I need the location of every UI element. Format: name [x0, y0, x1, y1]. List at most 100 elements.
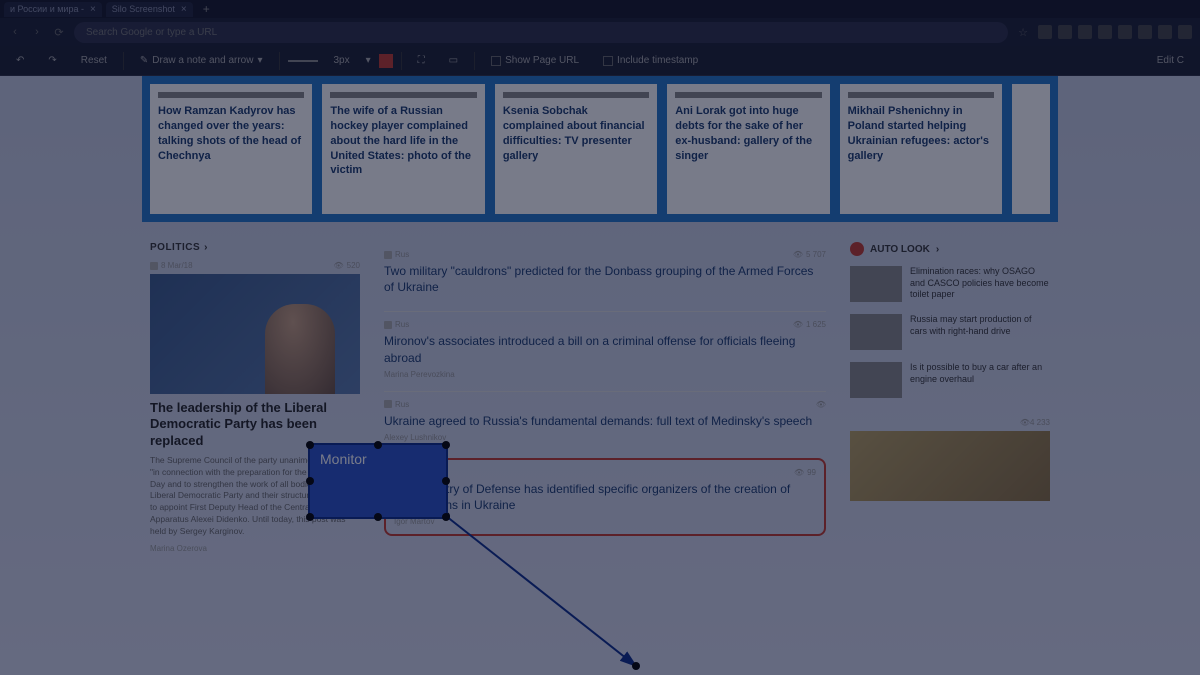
autolook-icon: [850, 242, 864, 256]
featured-title: Mikhail Pshenichny in Poland started hel…: [848, 104, 994, 163]
tool-icon[interactable]: ▭: [441, 52, 466, 69]
section-label-politics[interactable]: POLITICS: [150, 242, 360, 253]
lead-title[interactable]: The leadership of the Liberal Democratic…: [150, 400, 360, 449]
featured-row: How Ramzan Kadyrov has changed over the …: [142, 76, 1058, 222]
tool-icon[interactable]: ⛶: [410, 52, 433, 69]
sidebar-item[interactable]: Is it possible to buy a car after an eng…: [850, 362, 1050, 398]
eye-icon: 👁: [794, 468, 804, 477]
address-bar: ‹ › ⟳ ☆: [0, 18, 1200, 46]
browser-tab-1[interactable]: и России и мира - ×: [4, 2, 102, 17]
extension-icon[interactable]: [1178, 25, 1192, 39]
article-title: The Ministry of Defense has identified s…: [394, 481, 816, 513]
annotation-box[interactable]: Monitor: [308, 443, 448, 519]
byline: Marina Perevozkina: [384, 370, 826, 379]
reset-button[interactable]: Reset: [73, 52, 115, 69]
featured-card[interactable]: How Ramzan Kadyrov has changed over the …: [150, 84, 312, 214]
close-icon[interactable]: ×: [90, 4, 96, 15]
include-timestamp-checkbox[interactable]: Include timestamp: [595, 52, 706, 69]
extension-icon[interactable]: [1138, 25, 1152, 39]
article-item[interactable]: Rus 👁1 625 Mironov's associates introduc…: [384, 311, 826, 390]
back-icon[interactable]: ‹: [8, 25, 22, 39]
thumbnail: [330, 92, 476, 98]
article-item-highlighted[interactable]: Rus 👁99 The Ministry of Defense has iden…: [384, 458, 826, 536]
extension-icon[interactable]: [1078, 25, 1092, 39]
thumbnail: [675, 92, 821, 98]
forward-icon[interactable]: ›: [30, 25, 44, 39]
eye-icon: 👁: [333, 261, 343, 270]
show-url-checkbox[interactable]: Show Page URL: [483, 52, 587, 69]
featured-title: Ani Lorak got into huge debts for the sa…: [675, 104, 821, 163]
stroke-preview: [288, 60, 318, 62]
resize-handle[interactable]: [374, 441, 382, 449]
politics-list-column: Rus 👁5 707 Two military "cauldrons" pred…: [384, 242, 826, 553]
browser-tab-2[interactable]: Silo Screenshot ×: [106, 2, 193, 17]
stroke-width[interactable]: 3px: [326, 52, 358, 69]
lead-image[interactable]: [150, 274, 360, 394]
sidebar-item-text: Is it possible to buy a car after an eng…: [910, 362, 1050, 398]
sidebar-image[interactable]: [850, 431, 1050, 501]
featured-card[interactable]: Ani Lorak got into huge debts for the sa…: [667, 84, 829, 214]
byline: Marina Ozerova: [150, 544, 360, 553]
featured-card[interactable]: The wife of a Russian hockey player comp…: [322, 84, 484, 214]
article-item[interactable]: Rus 👁 Ukraine agreed to Russia's fundame…: [384, 391, 826, 454]
comment-icon: [150, 262, 158, 270]
eye-icon: 👁: [793, 250, 803, 259]
undo-button[interactable]: ↶: [8, 52, 32, 69]
resize-handle[interactable]: [306, 441, 314, 449]
annotation-text: Monitor: [320, 451, 367, 467]
eye-icon: 👁: [793, 320, 803, 329]
extension-icon[interactable]: [1058, 25, 1072, 39]
resize-handle[interactable]: [374, 513, 382, 521]
sidebar-item[interactable]: Russia may start production of cars with…: [850, 314, 1050, 350]
redo-button[interactable]: ↷: [40, 52, 64, 69]
new-tab-button[interactable]: +: [197, 2, 216, 16]
featured-card[interactable]: Mikhail Pshenichny in Poland started hel…: [840, 84, 1002, 214]
thumbnail: [503, 92, 649, 98]
extension-icon[interactable]: [1038, 25, 1052, 39]
extension-icon[interactable]: [1098, 25, 1112, 39]
tab-title: Silo Screenshot: [112, 4, 175, 14]
byline: Alexey Lushnikov: [384, 433, 826, 442]
extension-icon[interactable]: [1158, 25, 1172, 39]
sidebar: AUTO LOOK › Elimination races: why OSAGO…: [850, 242, 1050, 553]
eye-icon: 👁: [816, 400, 826, 409]
chevron-down-icon: ▾: [366, 55, 371, 66]
star-icon[interactable]: ☆: [1016, 25, 1030, 39]
close-icon[interactable]: ×: [181, 4, 187, 15]
edit-button[interactable]: Edit C: [1149, 52, 1192, 69]
category-icon: [384, 400, 392, 408]
resize-handle[interactable]: [442, 441, 450, 449]
thumbnail: [158, 92, 304, 98]
extension-icon[interactable]: [1118, 25, 1132, 39]
featured-title: How Ramzan Kadyrov has changed over the …: [158, 104, 304, 163]
url-input[interactable]: [74, 22, 1008, 43]
article-title: Ukraine agreed to Russia's fundamental d…: [384, 413, 826, 429]
sidebar-item-text: Elimination races: why OSAGO and CASCO p…: [910, 266, 1050, 302]
page-content: How Ramzan Kadyrov has changed over the …: [0, 76, 1200, 675]
thumbnail: [848, 92, 994, 98]
resize-handle[interactable]: [306, 513, 314, 521]
featured-card[interactable]: Ksenia Sobchak complained about financia…: [495, 84, 657, 214]
article-item[interactable]: Rus 👁5 707 Two military "cauldrons" pred…: [384, 242, 826, 311]
color-swatch[interactable]: [379, 54, 393, 68]
pen-icon: ✎: [140, 55, 148, 66]
article-title: Two military "cauldrons" predicted for t…: [384, 263, 826, 295]
chevron-right-icon: ›: [936, 244, 939, 255]
thumbnail: [850, 362, 902, 398]
tab-title: и России и мира -: [10, 4, 84, 14]
browser-tab-strip: и России и мира - × Silo Screenshot × +: [0, 0, 1200, 18]
article-views: 👁520: [333, 261, 360, 270]
sidebar-section-label[interactable]: AUTO LOOK ›: [850, 242, 1050, 256]
resize-handle[interactable]: [442, 513, 450, 521]
featured-title: Ksenia Sobchak complained about financia…: [503, 104, 649, 163]
resize-handle[interactable]: [442, 477, 450, 485]
draw-tool-button[interactable]: ✎ Draw a note and arrow ▾: [132, 52, 271, 69]
sidebar-item[interactable]: Elimination races: why OSAGO and CASCO p…: [850, 266, 1050, 302]
thumbnail: [850, 314, 902, 350]
featured-card-partial[interactable]: [1012, 84, 1050, 214]
chevron-down-icon: ▾: [257, 55, 262, 66]
reload-icon[interactable]: ⟳: [52, 25, 66, 39]
extension-icons: [1038, 25, 1192, 39]
resize-handle[interactable]: [306, 477, 314, 485]
eye-icon: 👁: [1020, 418, 1030, 427]
